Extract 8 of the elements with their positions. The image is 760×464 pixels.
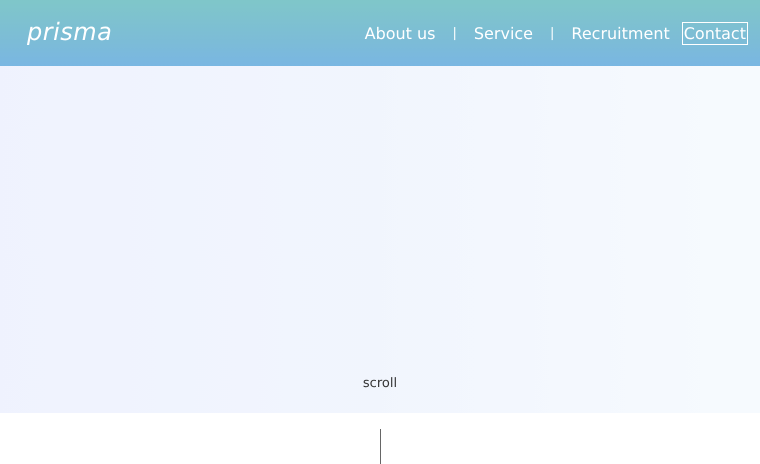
nav-link[interactable]: Recruitment	[569, 22, 672, 44]
nav-link[interactable]: About us	[362, 22, 438, 44]
scroll-label: scroll	[362, 376, 398, 391]
nav-link[interactable]: Service	[472, 22, 536, 44]
logo[interactable]: prisma	[27, 18, 112, 46]
nav-separator: |	[550, 26, 554, 40]
nav-link[interactable]: Contact	[682, 22, 748, 44]
nav-separator: |	[452, 26, 457, 40]
